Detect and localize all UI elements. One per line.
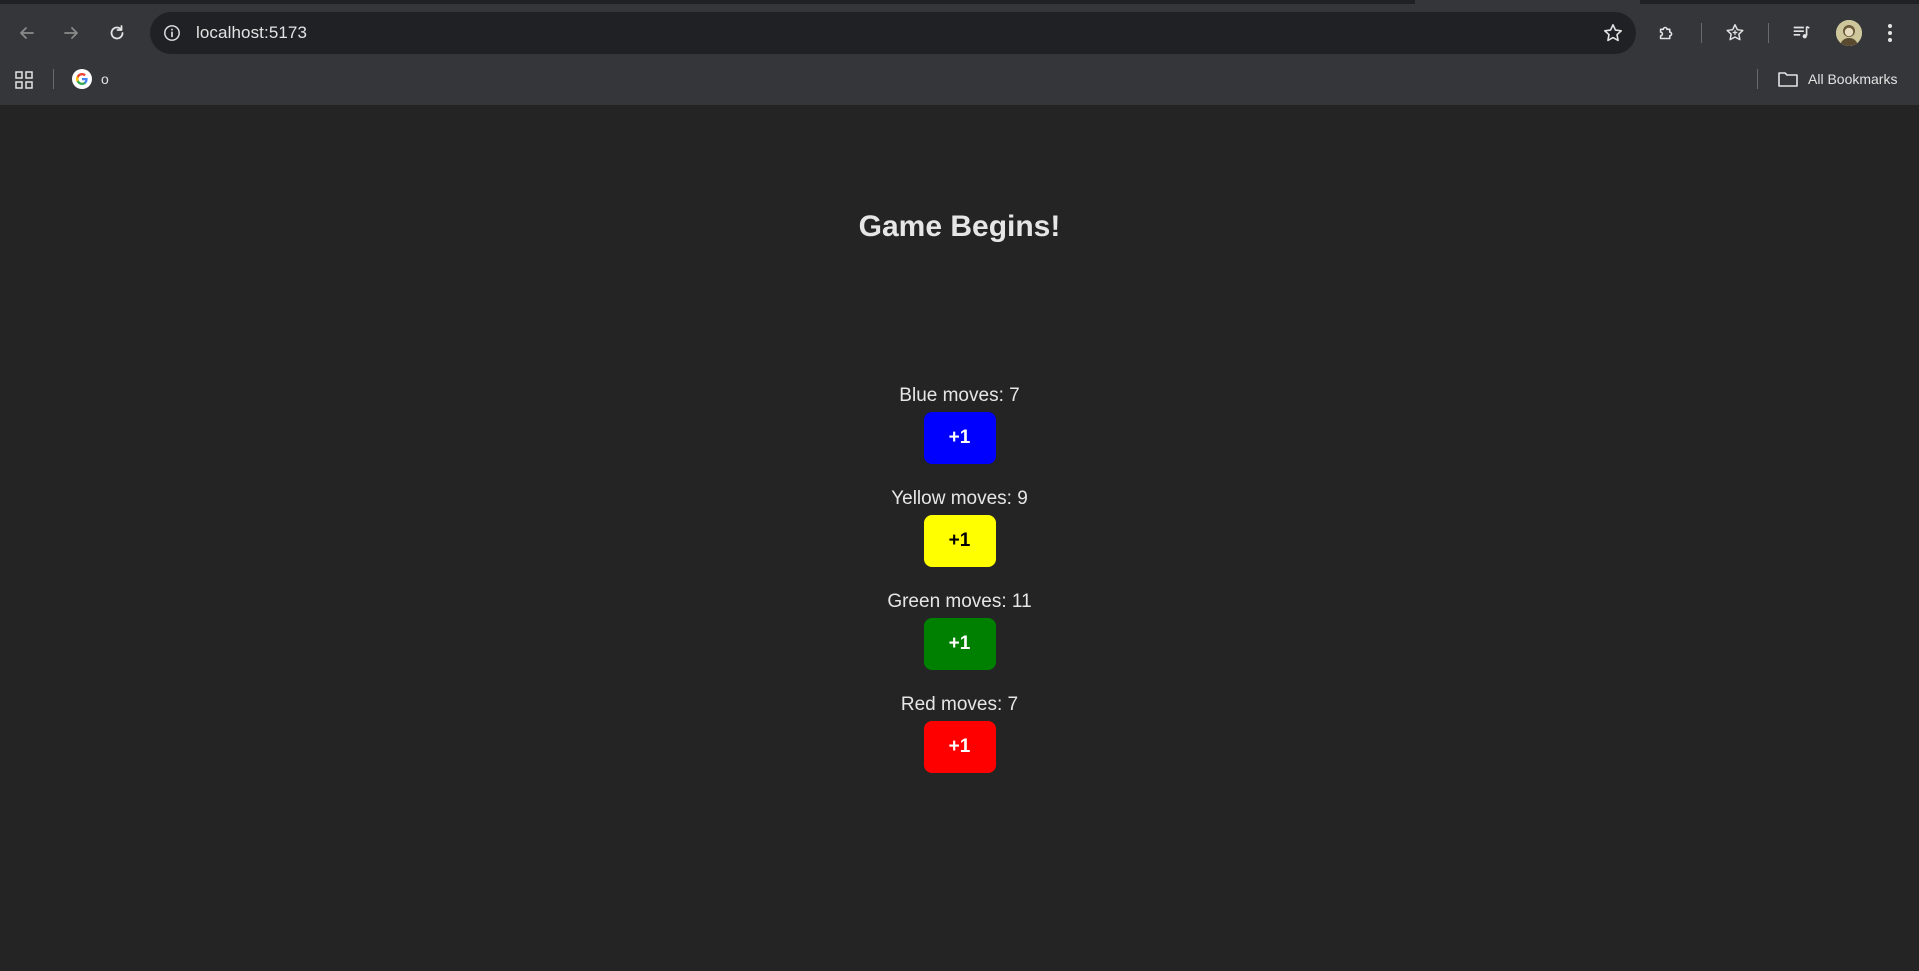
toolbar-divider <box>1768 23 1769 43</box>
bookmark-label: o <box>101 71 109 87</box>
player-blue: Blue moves: 7 +1 <box>0 385 1919 464</box>
player-moves-label: Red moves: 7 <box>900 694 1019 715</box>
bookmark-item[interactable]: o <box>72 68 109 90</box>
bookmarks-divider <box>1757 69 1758 89</box>
more-menu-icon[interactable] <box>1880 20 1900 46</box>
back-button[interactable] <box>9 15 45 51</box>
media-playlist-icon[interactable] <box>1789 20 1815 46</box>
forward-button[interactable] <box>53 15 89 51</box>
bookmarks-divider <box>53 69 54 89</box>
yellow-increment-button[interactable]: +1 <box>923 515 996 567</box>
arrow-left-icon <box>20 27 34 39</box>
all-bookmarks-label: All Bookmarks <box>1808 71 1898 87</box>
player-moves-label: Green moves: 11 <box>887 591 1032 612</box>
reload-icon <box>110 25 124 40</box>
address-bar[interactable]: localhost:5173 <box>150 12 1636 54</box>
reload-button[interactable] <box>99 15 135 51</box>
bookmark-star-icon[interactable] <box>1602 22 1624 44</box>
arrow-right-icon <box>64 27 78 39</box>
google-icon <box>72 69 92 89</box>
player-moves-label: Yellow moves: 9 <box>891 488 1028 509</box>
reading-list-star-icon[interactable] <box>1722 20 1748 46</box>
player-moves-label: Blue moves: 7 <box>899 385 1020 406</box>
site-info-icon[interactable] <box>161 22 183 44</box>
folder-icon <box>1778 72 1798 87</box>
player-green: Green moves: 11 +1 <box>0 591 1919 670</box>
toolbar-divider <box>1701 23 1702 43</box>
profile-avatar[interactable] <box>1836 20 1862 46</box>
browser-toolbar: localhost:5173 <box>0 0 1919 66</box>
player-yellow: Yellow moves: 9 +1 <box>0 488 1919 567</box>
all-bookmarks-button[interactable]: All Bookmarks <box>1777 68 1897 90</box>
extensions-icon[interactable] <box>1654 20 1680 46</box>
bookmarks-bar <box>0 66 1919 105</box>
red-increment-button[interactable]: +1 <box>923 721 996 773</box>
url-text[interactable]: localhost:5173 <box>196 23 307 43</box>
page-title: Game Begins! <box>858 210 1061 243</box>
player-red: Red moves: 7 +1 <box>0 694 1919 773</box>
blue-increment-button[interactable]: +1 <box>923 412 996 464</box>
green-increment-button[interactable]: +1 <box>923 618 996 670</box>
apps-grid-icon[interactable] <box>14 70 34 90</box>
